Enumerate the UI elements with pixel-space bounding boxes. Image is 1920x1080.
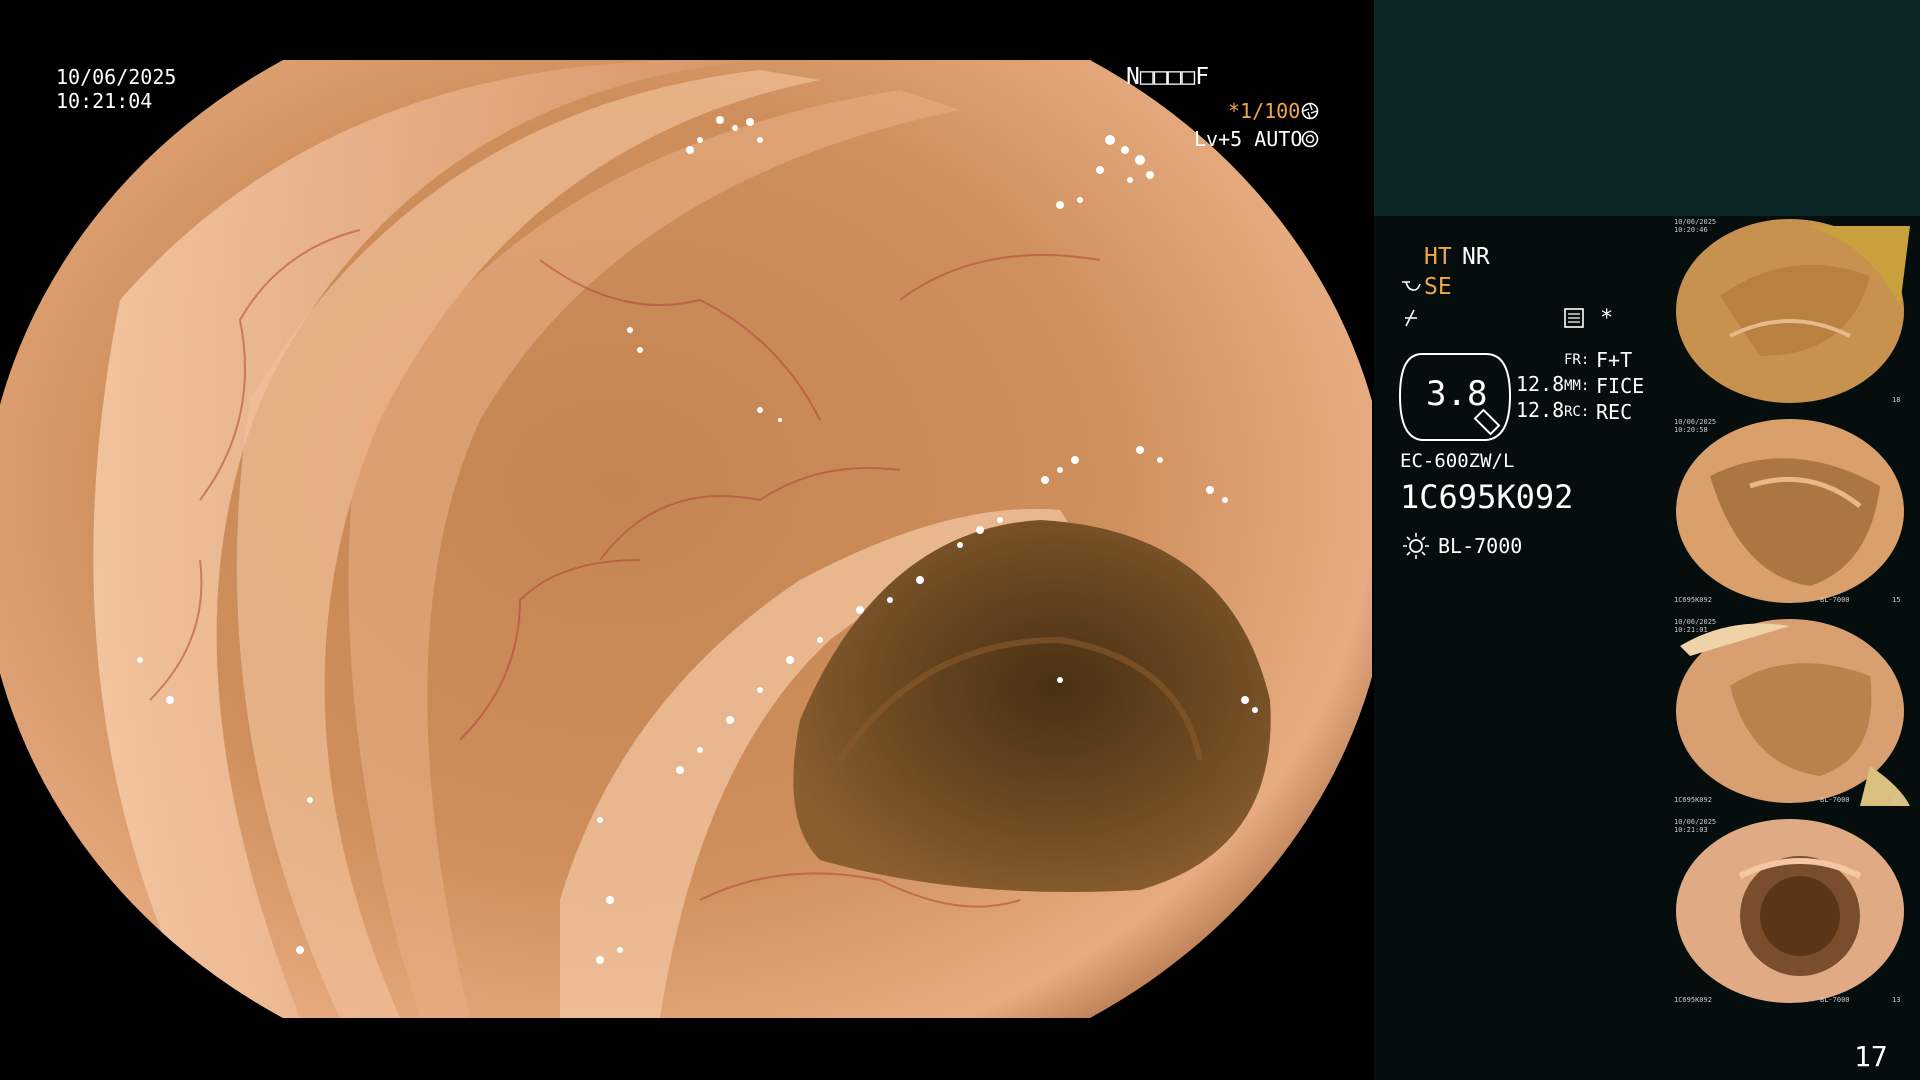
info-panel: HT NR SE * 3.8 12.8 12.8 FR: F+T MM: FIC… [1374,0,1920,1080]
time-label: 10:21:04 [56,89,153,113]
mm-label: MM: [1564,378,1590,394]
thumbnail-1-date: 10/06/2025 [1674,218,1717,226]
structure-enhance-icon [1402,281,1421,291]
thumbnail-3-time: 10:21:01 [1674,626,1708,634]
thumbnail-2-date: 10/06/2025 [1674,418,1717,426]
endoscope-view: 10/06/2025 10:21:04 N□□□□F *1/100 Lv+5 A… [0,0,1372,1080]
value-1: 12.8 [1516,372,1565,396]
iris-icon [1301,130,1319,148]
thumbnail-3-date: 10/06/2025 [1674,618,1717,626]
endoscope-image [0,60,1372,1018]
value-2: 12.8 [1516,398,1565,422]
thumbnail-1-time: 10:20:46 [1674,226,1708,234]
page-number: 17 [1854,1040,1888,1073]
thumbnail-4-serial: 1C695K092 [1674,996,1712,1004]
level-label: Lv+5 AUTO [1194,127,1303,151]
thumbnail-2-number: 15 [1892,596,1901,604]
light-source-icon [1403,533,1429,559]
thumbnail-4-number: 13 [1892,996,1901,1004]
thumbnail-3[interactable]: 10/06/2025 10:21:01 1C695K092 BL-7000 14 [1670,616,1910,806]
scope-model: EC-600ZW/L [1400,450,1515,472]
thumbnail-3-light: BL-7000 [1820,796,1850,804]
thumbnail-2[interactable]: 10/06/2025 10:20:58 1C695K092 BL-7000 15 [1670,416,1910,606]
thumbnail-3-number: 14 [1892,796,1901,804]
fr-value: F+T [1596,348,1633,372]
rc-label: RC: [1564,404,1590,420]
se-label: SE [1424,274,1452,300]
nr-label: NR [1462,244,1490,270]
filter-icon [1405,309,1417,327]
mm-value: FICE [1596,374,1645,398]
zoom-value: 3.8 [1426,374,1488,414]
thumbnail-4-time: 10:21:03 [1674,826,1708,834]
shutter-label: *1/100 [1228,99,1301,123]
patient-id-label: N□□□□F [1126,64,1210,90]
thumbnail-2-time: 10:20:58 [1674,426,1708,434]
thumbnail-1-number: 18 [1892,396,1901,404]
date-label: 10/06/2025 [56,65,177,89]
thumbnail-3-serial: 1C695K092 [1674,796,1712,804]
shutter-icon [1301,102,1319,120]
thumbnail-2-light: BL-7000 [1820,596,1850,604]
rc-value: REC [1596,400,1633,424]
scope-serial: 1C695K092 [1400,478,1574,516]
thumbnail-4-date: 10/06/2025 [1674,818,1717,826]
thumbnail-4-light: BL-7000 [1820,996,1850,1004]
memory-icon [1564,308,1584,328]
panel-header-area [1374,0,1920,216]
thumbnail-2-serial: 1C695K092 [1674,596,1712,604]
thumbnail-4[interactable]: 10/06/2025 10:21:03 1C695K092 BL-7000 13 [1670,816,1910,1006]
light-source-label: BL-7000 [1438,534,1523,558]
ht-label: HT [1424,244,1452,270]
thumbnail-1[interactable]: 10/06/2025 10:20:46 18 [1670,216,1910,406]
star-label: * [1600,306,1614,331]
fr-label: FR: [1564,352,1590,368]
